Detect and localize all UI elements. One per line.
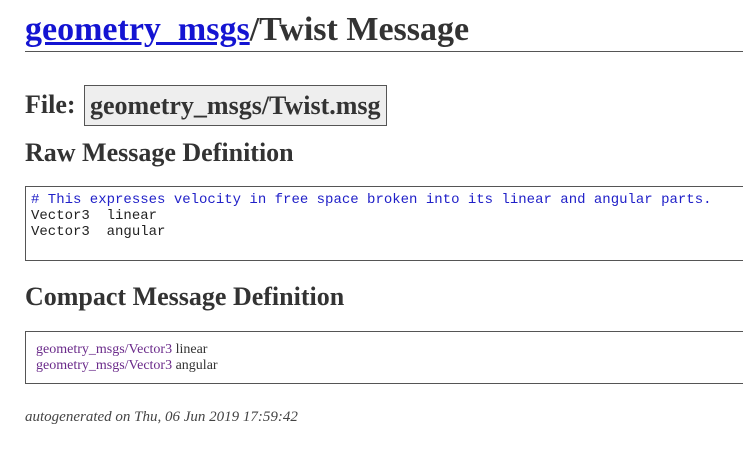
title-divider xyxy=(25,51,743,52)
compact-definition-line: geometry_msgs/Vector3 linear xyxy=(36,342,743,358)
field-type: Vector3 xyxy=(31,208,90,224)
field-type-link[interactable]: geometry_msgs/Vector3 xyxy=(36,342,172,357)
compact-definition-block: geometry_msgs/Vector3 linear geometry_msg… xyxy=(25,331,743,384)
raw-definition-heading: Raw Message Definition xyxy=(25,138,294,167)
raw-definition-line: Vector3 linear xyxy=(31,208,743,224)
compact-definition-heading: Compact Message Definition xyxy=(25,282,345,311)
page-title: geometry_msgs/Twist Message xyxy=(25,8,469,52)
field-type-link[interactable]: geometry_msgs/Vector3 xyxy=(36,358,172,373)
field-name: angular xyxy=(106,224,166,240)
raw-definition-line: Vector3 angular xyxy=(31,224,743,240)
package-link[interactable]: geometry_msgs xyxy=(25,11,250,48)
raw-definition-comment: # This expresses velocity in free space … xyxy=(31,192,712,208)
field-name: angular xyxy=(175,358,218,373)
page-title-suffix: /Twist Message xyxy=(249,11,470,48)
file-path-box: geometry_msgs/Twist.msg xyxy=(84,85,387,126)
raw-definition-block: # This expresses velocity in free space … xyxy=(25,186,743,261)
field-spacer xyxy=(90,208,107,224)
field-type: Vector3 xyxy=(31,224,90,240)
field-spacer xyxy=(90,224,107,240)
file-label: File: xyxy=(25,90,76,119)
field-name: linear xyxy=(106,208,158,224)
autogenerated-footer: autogenerated on Thu, 06 Jun 2019 17:59:… xyxy=(25,409,298,425)
compact-definition-line: geometry_msgs/Vector3 angular xyxy=(36,358,743,374)
field-name: linear xyxy=(175,342,208,357)
